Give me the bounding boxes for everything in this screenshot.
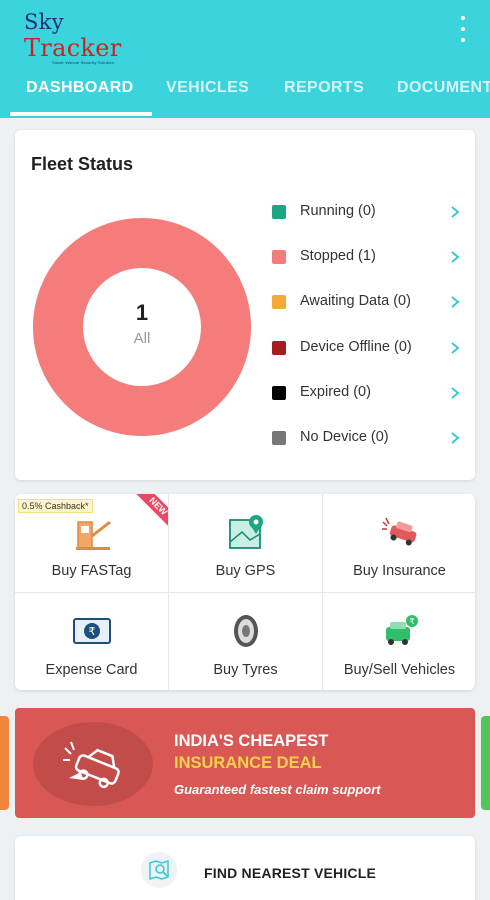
tab-dashboard[interactable]: DASHBOARD bbox=[26, 70, 134, 118]
chevron-right-icon bbox=[451, 296, 460, 308]
legend-awaiting-data[interactable]: Awaiting Data (0) bbox=[272, 290, 462, 314]
svg-text:₹: ₹ bbox=[409, 617, 414, 626]
legend-label: Running (0) bbox=[300, 203, 376, 219]
tyre-icon bbox=[233, 615, 258, 647]
legend-stopped[interactable]: Stopped (1) bbox=[272, 245, 462, 269]
buy-insurance-tile[interactable]: Buy Insurance bbox=[323, 494, 475, 592]
carousel-prev-peek[interactable] bbox=[0, 716, 9, 810]
legend-label: Awaiting Data (0) bbox=[300, 293, 411, 309]
legend-no-device[interactable]: No Device (0) bbox=[272, 426, 462, 450]
fleet-status-donut[interactable] bbox=[33, 218, 251, 436]
tile-label: Buy/Sell Vehicles bbox=[343, 662, 456, 678]
find-nearest-vehicle-button[interactable]: FIND NEAREST VEHICLE bbox=[15, 836, 475, 900]
insurance-promo-banner[interactable]: INDIA'S CHEAPEST INSURANCE DEAL Guarante… bbox=[15, 708, 475, 818]
no-device-swatch bbox=[272, 431, 286, 445]
legend-label: Stopped (1) bbox=[300, 248, 376, 264]
buy-gps-tile[interactable]: Buy GPS bbox=[169, 494, 322, 592]
legend-device-offline[interactable]: Device Offline (0) bbox=[272, 336, 462, 360]
tab-bar: DASHBOARD VEHICLES REPORTS DOCUMENTS bbox=[0, 70, 490, 118]
rupee-card-icon: ₹ bbox=[72, 618, 111, 644]
tile-label: Expense Card bbox=[45, 662, 138, 678]
awaiting-data-swatch bbox=[272, 295, 286, 309]
tile-label: Buy Insurance bbox=[353, 563, 446, 579]
banner-headline: INDIA'S CHEAPEST bbox=[174, 732, 329, 750]
stopped-swatch bbox=[272, 250, 286, 264]
legend-label: No Device (0) bbox=[300, 429, 389, 445]
carousel-next-peek[interactable] bbox=[481, 716, 490, 810]
overflow-menu-icon[interactable] bbox=[458, 16, 468, 42]
chevron-right-icon bbox=[451, 432, 460, 444]
map-search-icon bbox=[141, 852, 177, 888]
new-ribbon: NEW bbox=[128, 494, 168, 534]
fleet-status-card: Fleet Status 1 All Running (0) Stopped (… bbox=[15, 130, 475, 480]
tile-label: Buy Tyres bbox=[213, 662, 278, 678]
logo-wordmark: Sky Tracker bbox=[24, 10, 122, 62]
chevron-right-icon bbox=[451, 251, 460, 263]
tab-vehicles[interactable]: VEHICLES bbox=[166, 70, 249, 118]
svg-text:₹: ₹ bbox=[88, 625, 95, 638]
tab-reports[interactable]: REPORTS bbox=[284, 70, 364, 118]
tile-label: Buy FASTag bbox=[51, 563, 132, 579]
crashed-car-icon bbox=[63, 741, 120, 789]
banner-highlight: INSURANCE DEAL bbox=[174, 754, 322, 772]
banner-tagline: Guaranteed fastest claim support bbox=[174, 782, 381, 797]
donut-segment-stopped bbox=[33, 218, 251, 436]
legend-label: Device Offline (0) bbox=[300, 339, 412, 355]
chevron-right-icon bbox=[451, 387, 460, 399]
tile-label: Buy GPS bbox=[215, 563, 276, 579]
find-nearest-vehicle-label: FIND NEAREST VEHICLE bbox=[204, 865, 377, 881]
running-swatch bbox=[272, 205, 286, 219]
legend-label: Expired (0) bbox=[300, 384, 371, 400]
sky-tracker-logo: Sky Tracker Smart Vehicle Security Solut… bbox=[24, 10, 134, 65]
cashback-badge: 0.5% Cashback* bbox=[18, 499, 93, 513]
fleet-total-label: All bbox=[133, 330, 151, 347]
chevron-right-icon bbox=[451, 206, 460, 218]
expired-swatch bbox=[272, 386, 286, 400]
app-bar: Sky Tracker Smart Vehicle Security Solut… bbox=[0, 0, 490, 118]
services-grid: 0.5% Cashback* NEW Buy FASTag Buy GPS Bu… bbox=[15, 494, 475, 690]
legend-expired[interactable]: Expired (0) bbox=[272, 381, 462, 405]
fleet-total-count: 1 bbox=[135, 300, 149, 325]
expense-card-tile[interactable]: ₹ Expense Card bbox=[15, 593, 168, 690]
buy-fastag-tile[interactable]: 0.5% Cashback* NEW Buy FASTag bbox=[15, 494, 168, 592]
gps-map-icon bbox=[228, 515, 263, 549]
device-offline-swatch bbox=[272, 341, 286, 355]
active-tab-indicator bbox=[10, 112, 152, 116]
vehicle-rupee-icon: ₹ bbox=[385, 615, 418, 645]
buy-tyres-tile[interactable]: Buy Tyres bbox=[169, 593, 322, 690]
tab-documents[interactable]: DOCUMENTS bbox=[397, 70, 490, 118]
fleet-status-title: Fleet Status bbox=[31, 154, 134, 174]
buy-sell-vehicles-tile[interactable]: ₹ Buy/Sell Vehicles bbox=[323, 593, 475, 690]
legend-running[interactable]: Running (0) bbox=[272, 200, 462, 224]
chevron-right-icon bbox=[451, 342, 460, 354]
insurance-car-icon bbox=[381, 517, 416, 546]
fastag-toll-icon bbox=[75, 520, 111, 550]
